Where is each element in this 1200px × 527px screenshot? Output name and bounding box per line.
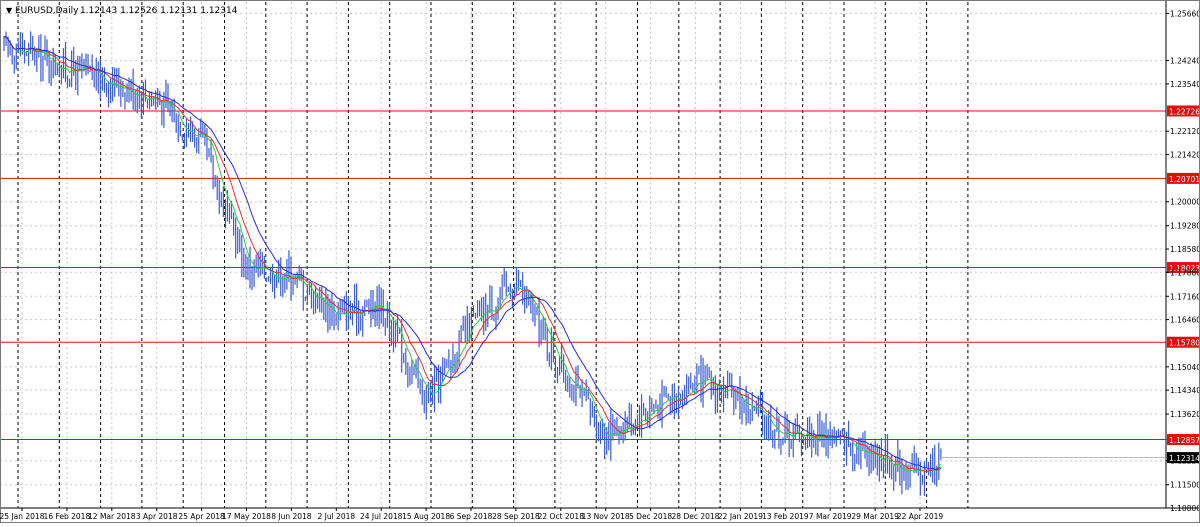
time-tick-label: 2 Jul 2018	[317, 512, 355, 521]
price-chart[interactable]: 1.227261.207011.180231.157801.12857 1.25…	[0, 0, 1200, 523]
price-tick-label: 1.11500	[1170, 481, 1200, 490]
time-tick-label: 13 Feb 2019	[762, 512, 809, 521]
price-tick-label: 1.20000	[1170, 198, 1200, 207]
time-tick-label: 22 Jan 2019	[718, 512, 763, 521]
ohlc-label: 1.12143 1.12526 1.12131 1.12314	[80, 6, 238, 16]
time-tick-label: 16 Feb 2018	[44, 512, 91, 521]
price-tick-label: 1.21420	[1170, 150, 1200, 159]
price-tick-label: 1.10800	[1170, 504, 1200, 513]
time-tick-label: 28 Dec 2018	[672, 512, 720, 521]
level-tag-label: 1.15780	[1169, 339, 1200, 348]
time-tick-label: 6 Sep 2018	[450, 512, 493, 521]
chart-header: ▼ EURUSD,Daily 1.12143 1.12526 1.12131 1…	[6, 6, 238, 16]
price-tick-label: 1.22120	[1170, 127, 1200, 136]
price-tick-label: 1.14340	[1170, 386, 1200, 395]
time-tick-label: 22 Apr 2019	[897, 512, 944, 521]
current-price-label: 1.12314	[1169, 454, 1200, 463]
time-tick-label: 3 Apr 2018	[136, 512, 178, 521]
time-tick-label: 24 Jul 2018	[360, 512, 403, 521]
price-tick-label: 1.17880	[1170, 268, 1200, 277]
price-tick-label: 1.13620	[1170, 410, 1200, 419]
price-tick-label: 1.17160	[1170, 292, 1200, 301]
price-tick-label: 1.23540	[1170, 80, 1200, 89]
time-tick-label: 28 Sep 2018	[492, 512, 540, 521]
time-tick-label: 13 Nov 2018	[582, 512, 630, 521]
chart-background	[0, 0, 1200, 523]
time-tick-label: 22 Oct 2018	[538, 512, 585, 521]
level-tag-label: 1.12857	[1169, 436, 1200, 445]
price-tick-label: 1.25660	[1170, 9, 1200, 18]
price-tick-label: 1.18580	[1170, 245, 1200, 254]
chart-window[interactable]: 1.22726 1.20701 1.18023 1.15780 1.12857 1.25…	[0, 0, 1200, 523]
level-tag-label: 1.20701	[1169, 175, 1200, 184]
dropdown-arrow-icon[interactable]: ▼	[6, 6, 13, 15]
price-tick-label: 1.15040	[1170, 363, 1200, 372]
time-tick-label: 12 Mar 2018	[88, 512, 136, 521]
time-tick-label: 17 May 2018	[222, 512, 271, 521]
time-tick-label: 5 Dec 2018	[629, 512, 672, 521]
time-tick-label: 15 Aug 2018	[402, 512, 450, 521]
symbol-label: EURUSD,Daily	[15, 6, 79, 16]
time-tick-label: 7 Mar 2019	[809, 512, 852, 521]
level-tag-label: 1.22726	[1169, 107, 1200, 116]
price-tick-label: 1.24240	[1170, 57, 1200, 66]
time-tick-label: 8 Jun 2018	[271, 512, 312, 521]
time-tick-label: 25 Jan 2018	[0, 512, 45, 521]
price-tick-label: 1.16460	[1170, 316, 1200, 325]
time-tick-label: 29 Mar 2019	[851, 512, 899, 521]
price-tick-label: 1.19280	[1170, 222, 1200, 231]
time-tick-label: 25 Apr 2018	[178, 512, 225, 521]
